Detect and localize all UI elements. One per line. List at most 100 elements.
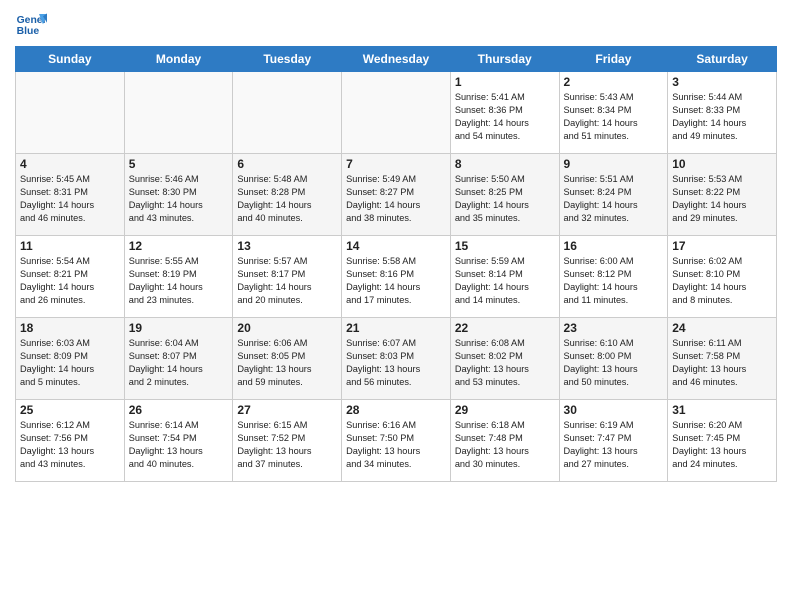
calendar-cell: 16 Sunrise: 6:00 AM Sunset: 8:12 PM Dayli… [559,236,668,318]
day-info: Sunrise: 6:04 AM Sunset: 8:07 PM Dayligh… [129,337,229,389]
day-info: Sunrise: 6:14 AM Sunset: 7:54 PM Dayligh… [129,419,229,471]
calendar-cell: 7 Sunrise: 5:49 AM Sunset: 8:27 PM Daylig… [342,154,451,236]
calendar-week-5: 25Sunrise: 6:12 AM Sunset: 7:56 PM Dayli… [16,400,777,482]
weekday-header-wednesday: Wednesday [342,47,451,72]
calendar-week-4: 18 Sunrise: 6:03 AM Sunset: 8:09 PM Dayli… [16,318,777,400]
day-info: Sunrise: 5:51 AM Sunset: 8:24 PM Dayligh… [564,173,664,225]
day-number: 2 [564,75,664,89]
day-number: 15 [455,239,555,253]
day-number: 6 [237,157,337,171]
day-number: 7 [346,157,446,171]
calendar-page: General Blue SundayMondayTuesdayWednesda… [0,0,792,612]
day-number: 13 [237,239,337,253]
calendar-cell: 28 Sunrise: 6:16 AM Sunset: 7:50 PM Dayli… [342,400,451,482]
calendar-cell: 24Sunrise: 6:11 AM Sunset: 7:58 PM Dayli… [668,318,777,400]
calendar-header: SundayMondayTuesdayWednesdayThursdayFrid… [16,47,777,72]
calendar-week-3: 11Sunrise: 5:54 AM Sunset: 8:21 PM Dayli… [16,236,777,318]
calendar-cell: 27 Sunrise: 6:15 AM Sunset: 7:52 PM Dayli… [233,400,342,482]
weekday-header-saturday: Saturday [668,47,777,72]
day-number: 11 [20,239,120,253]
day-info: Sunrise: 6:12 AM Sunset: 7:56 PM Dayligh… [20,419,120,471]
day-number: 16 [564,239,664,253]
day-number: 23 [564,321,664,335]
calendar-cell: 8 Sunrise: 5:50 AM Sunset: 8:25 PM Daylig… [450,154,559,236]
calendar-cell: 4Sunrise: 5:45 AM Sunset: 8:31 PM Daylig… [16,154,125,236]
day-info: Sunrise: 6:03 AM Sunset: 8:09 PM Dayligh… [20,337,120,389]
day-number: 30 [564,403,664,417]
calendar-cell: 12 Sunrise: 5:55 AM Sunset: 8:19 PM Dayli… [124,236,233,318]
calendar-cell: 1 Sunrise: 5:41 AM Sunset: 8:36 PM Daylig… [450,72,559,154]
calendar-cell: 18 Sunrise: 6:03 AM Sunset: 8:09 PM Dayli… [16,318,125,400]
day-number: 8 [455,157,555,171]
day-number: 3 [672,75,772,89]
day-number: 9 [564,157,664,171]
day-info: Sunrise: 5:57 AM Sunset: 8:17 PM Dayligh… [237,255,337,307]
day-info: Sunrise: 6:08 AM Sunset: 8:02 PM Dayligh… [455,337,555,389]
day-number: 17 [672,239,772,253]
day-info: Sunrise: 5:43 AM Sunset: 8:34 PM Dayligh… [564,91,664,143]
calendar-cell: 5Sunrise: 5:46 AM Sunset: 8:30 PM Daylig… [124,154,233,236]
day-info: Sunrise: 5:50 AM Sunset: 8:25 PM Dayligh… [455,173,555,225]
calendar-week-2: 4Sunrise: 5:45 AM Sunset: 8:31 PM Daylig… [16,154,777,236]
day-info: Sunrise: 6:10 AM Sunset: 8:00 PM Dayligh… [564,337,664,389]
day-info: Sunrise: 5:59 AM Sunset: 8:14 PM Dayligh… [455,255,555,307]
day-info: Sunrise: 6:18 AM Sunset: 7:48 PM Dayligh… [455,419,555,471]
calendar-cell: 6 Sunrise: 5:48 AM Sunset: 8:28 PM Daylig… [233,154,342,236]
page-header: General Blue [15,10,777,38]
day-number: 1 [455,75,555,89]
day-info: Sunrise: 5:53 AM Sunset: 8:22 PM Dayligh… [672,173,772,225]
day-number: 18 [20,321,120,335]
day-info: Sunrise: 6:07 AM Sunset: 8:03 PM Dayligh… [346,337,446,389]
calendar-cell: 3 Sunrise: 5:44 AM Sunset: 8:33 PM Daylig… [668,72,777,154]
day-number: 28 [346,403,446,417]
day-info: Sunrise: 6:16 AM Sunset: 7:50 PM Dayligh… [346,419,446,471]
day-info: Sunrise: 6:00 AM Sunset: 8:12 PM Dayligh… [564,255,664,307]
calendar-cell: 2 Sunrise: 5:43 AM Sunset: 8:34 PM Daylig… [559,72,668,154]
svg-text:Blue: Blue [17,26,40,37]
day-number: 27 [237,403,337,417]
weekday-header-thursday: Thursday [450,47,559,72]
calendar-cell: 23 Sunrise: 6:10 AM Sunset: 8:00 PM Dayli… [559,318,668,400]
day-info: Sunrise: 6:19 AM Sunset: 7:47 PM Dayligh… [564,419,664,471]
day-number: 14 [346,239,446,253]
calendar-week-1: 1 Sunrise: 5:41 AM Sunset: 8:36 PM Daylig… [16,72,777,154]
day-number: 22 [455,321,555,335]
calendar-cell: 20 Sunrise: 6:06 AM Sunset: 8:05 PM Dayli… [233,318,342,400]
day-info: Sunrise: 5:55 AM Sunset: 8:19 PM Dayligh… [129,255,229,307]
calendar-cell: 10Sunrise: 5:53 AM Sunset: 8:22 PM Dayli… [668,154,777,236]
weekday-header-tuesday: Tuesday [233,47,342,72]
weekday-header-monday: Monday [124,47,233,72]
logo: General Blue [15,10,47,38]
day-info: Sunrise: 6:06 AM Sunset: 8:05 PM Dayligh… [237,337,337,389]
calendar-cell [124,72,233,154]
day-info: Sunrise: 6:15 AM Sunset: 7:52 PM Dayligh… [237,419,337,471]
weekday-header-friday: Friday [559,47,668,72]
calendar-cell [342,72,451,154]
calendar-cell [16,72,125,154]
calendar-cell: 22 Sunrise: 6:08 AM Sunset: 8:02 PM Dayli… [450,318,559,400]
calendar-cell: 30 Sunrise: 6:19 AM Sunset: 7:47 PM Dayli… [559,400,668,482]
day-info: Sunrise: 6:20 AM Sunset: 7:45 PM Dayligh… [672,419,772,471]
day-number: 20 [237,321,337,335]
day-info: Sunrise: 5:45 AM Sunset: 8:31 PM Dayligh… [20,173,120,225]
day-number: 21 [346,321,446,335]
day-info: Sunrise: 6:11 AM Sunset: 7:58 PM Dayligh… [672,337,772,389]
day-info: Sunrise: 5:41 AM Sunset: 8:36 PM Dayligh… [455,91,555,143]
day-number: 31 [672,403,772,417]
day-info: Sunrise: 5:44 AM Sunset: 8:33 PM Dayligh… [672,91,772,143]
calendar-cell: 31 Sunrise: 6:20 AM Sunset: 7:45 PM Dayli… [668,400,777,482]
weekday-header-sunday: Sunday [16,47,125,72]
calendar-cell: 19Sunrise: 6:04 AM Sunset: 8:07 PM Dayli… [124,318,233,400]
day-number: 12 [129,239,229,253]
calendar-cell: 11Sunrise: 5:54 AM Sunset: 8:21 PM Dayli… [16,236,125,318]
day-number: 5 [129,157,229,171]
calendar-cell: 14 Sunrise: 5:58 AM Sunset: 8:16 PM Dayli… [342,236,451,318]
calendar-cell: 9 Sunrise: 5:51 AM Sunset: 8:24 PM Daylig… [559,154,668,236]
calendar-cell [233,72,342,154]
calendar-cell: 15 Sunrise: 5:59 AM Sunset: 8:14 PM Dayli… [450,236,559,318]
day-info: Sunrise: 5:58 AM Sunset: 8:16 PM Dayligh… [346,255,446,307]
logo-icon: General Blue [15,10,47,38]
day-info: Sunrise: 5:48 AM Sunset: 8:28 PM Dayligh… [237,173,337,225]
day-number: 26 [129,403,229,417]
day-info: Sunrise: 5:49 AM Sunset: 8:27 PM Dayligh… [346,173,446,225]
